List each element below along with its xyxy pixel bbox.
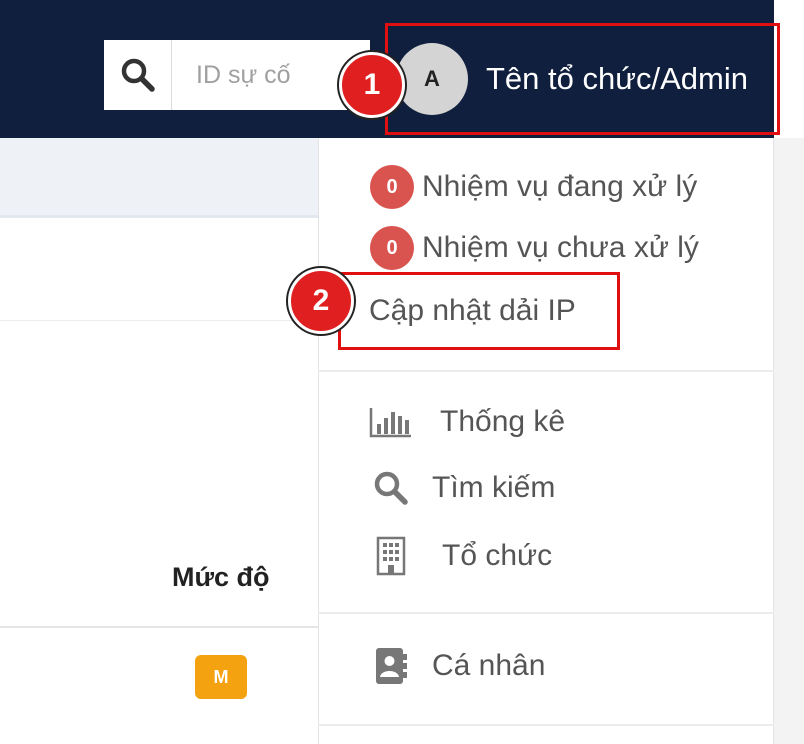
annotation-marker-2: 2 (288, 268, 354, 334)
building-icon (366, 536, 416, 576)
menu-item-organization[interactable]: Tổ chức (366, 536, 552, 576)
header-divider (0, 626, 318, 628)
menu-divider (318, 370, 774, 372)
menu-item-update-ip-range[interactable]: Cập nhật dải IP (338, 272, 620, 350)
menu-item-label: Nhiệm vụ chưa xử lý (422, 231, 699, 264)
incident-id-input[interactable] (172, 45, 362, 105)
severity-column-header: Mức độ (172, 562, 270, 592)
count-badge: 0 (370, 226, 414, 270)
menu-item-label: Tìm kiếm (432, 471, 556, 504)
menu-item-tasks-in-progress[interactable]: 0 Nhiệm vụ đang xử lý (370, 165, 697, 209)
search-icon (366, 470, 416, 506)
annotation-marker-1: 1 (339, 52, 405, 118)
menu-item-label: Cá nhân (432, 649, 546, 682)
menu-item-personal[interactable]: Cá nhân (366, 646, 545, 686)
incident-search-box (104, 40, 370, 110)
menu-item-label: Cập nhật dải IP (369, 294, 576, 327)
menu-divider (318, 724, 774, 726)
user-menu-toggle[interactable]: A Tên tổ chức/Admin (385, 23, 780, 135)
contact-book-icon (366, 646, 416, 686)
menu-item-search[interactable]: Tìm kiếm (366, 470, 555, 506)
avatar: A (396, 43, 468, 115)
menu-divider (318, 612, 774, 614)
menu-item-label: Nhiệm vụ đang xử lý (422, 170, 698, 203)
search-icon[interactable] (104, 40, 172, 110)
row-divider (0, 320, 318, 321)
severity-badge: M (195, 655, 247, 699)
menu-item-label: Tổ chức (442, 539, 553, 572)
bar-chart-icon (366, 406, 416, 438)
menu-item-label: Thống kê (440, 405, 566, 438)
user-name: Tên tổ chức/Admin (486, 61, 748, 96)
menu-item-statistics[interactable]: Thống kê (366, 405, 565, 439)
count-badge: 0 (370, 165, 414, 209)
sub-header-bar (0, 138, 318, 218)
menu-item-tasks-pending[interactable]: 0 Nhiệm vụ chưa xử lý (370, 226, 699, 270)
scrollbar-track[interactable] (774, 138, 804, 744)
